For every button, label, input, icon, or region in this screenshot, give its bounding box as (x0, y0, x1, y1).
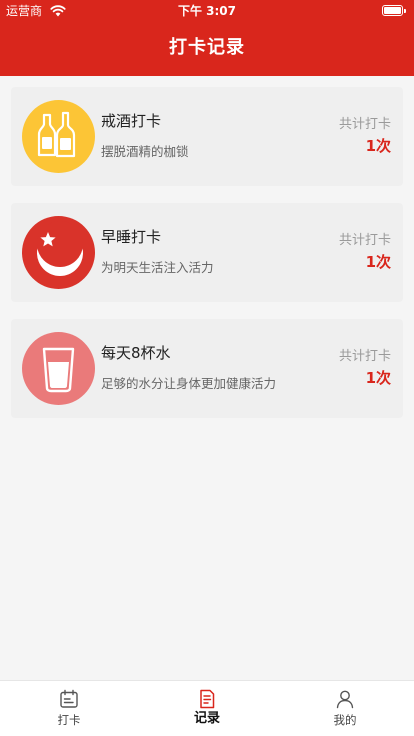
person-icon (336, 690, 354, 709)
moon-star-icon (22, 216, 95, 289)
battery-fill (384, 7, 401, 14)
card-title: 早睡打卡 (101, 228, 162, 246)
header: 运营商 下午 3:07 打卡记录 (0, 0, 414, 76)
total-checkin-label: 共计打卡 (338, 117, 391, 132)
tab-checkin[interactable]: 打卡 (0, 681, 138, 736)
tab-bar: 打卡 记录 我的 (0, 680, 414, 736)
screen: 运营商 下午 3:07 打卡记录 戒酒打卡 摆脱酒精的枷锁 共计打卡 1次 早睡… (0, 0, 414, 736)
calendar-icon (60, 689, 78, 708)
card-title: 每天8杯水 (101, 344, 171, 362)
total-checkin-count: 1次 (365, 137, 391, 155)
checkin-record-list: 戒酒打卡 摆脱酒精的枷锁 共计打卡 1次 早睡打卡 为明天生活注入活力 共计打卡… (11, 87, 403, 435)
tab-label: 打卡 (57, 713, 81, 727)
battery-icon (382, 5, 406, 16)
total-checkin-count: 1次 (365, 253, 391, 271)
bottles-icon (22, 100, 95, 173)
total-checkin-count: 1次 (365, 369, 391, 387)
card-subtitle: 为明天生活注入活力 (101, 260, 214, 275)
water-glass-icon (22, 332, 95, 405)
card-title: 戒酒打卡 (101, 112, 162, 130)
status-bar: 运营商 下午 3:07 (0, 0, 414, 22)
tab-mine[interactable]: 我的 (276, 681, 414, 736)
page-title: 打卡记录 (169, 37, 245, 58)
record-card-water[interactable]: 每天8杯水 足够的水分让身体更加健康活力 共计打卡 1次 (11, 319, 403, 418)
record-card-early-sleep[interactable]: 早睡打卡 为明天生活注入活力 共计打卡 1次 (11, 203, 403, 302)
total-checkin-label: 共计打卡 (338, 233, 391, 248)
tab-label: 我的 (333, 713, 357, 727)
card-subtitle: 足够的水分让身体更加健康活力 (101, 376, 277, 391)
total-checkin-label: 共计打卡 (338, 349, 391, 364)
status-time: 下午 3:07 (177, 4, 237, 18)
document-icon (200, 689, 215, 709)
tab-records[interactable]: 记录 (138, 681, 276, 736)
record-card-quit-drinking[interactable]: 戒酒打卡 摆脱酒精的枷锁 共计打卡 1次 (11, 87, 403, 186)
tab-label: 记录 (193, 711, 220, 726)
card-subtitle: 摆脱酒精的枷锁 (101, 144, 189, 159)
